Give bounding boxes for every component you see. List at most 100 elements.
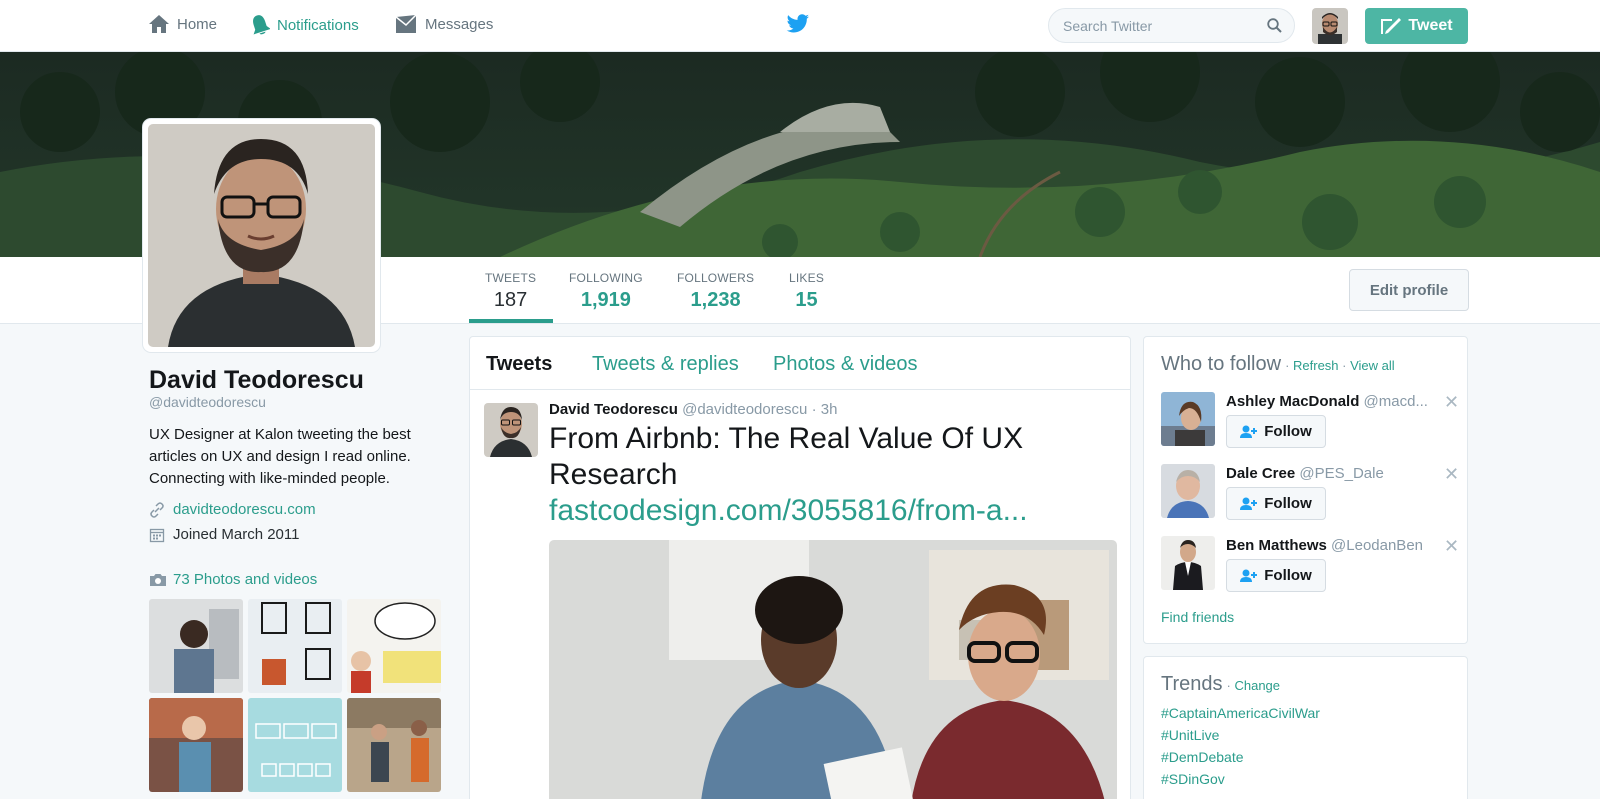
stat-followers-value: 1,238 — [690, 289, 741, 311]
tab-photos-and-videos[interactable]: Photos & videos — [773, 353, 918, 376]
tweet-link[interactable]: fastcodesign.com/3055816/from-a... — [549, 494, 1028, 527]
compose-tweet-button[interactable]: Tweet — [1365, 8, 1468, 44]
stat-tweets-label: TWEETS — [485, 271, 537, 285]
photos-and-videos-link[interactable]: 73 Photos and videos — [149, 571, 317, 588]
timeline-tabs: Tweets Tweets & replies Photos & videos — [470, 337, 1130, 390]
suggested-user-avatar[interactable] — [1161, 536, 1215, 590]
tweet-timestamp[interactable]: · 3h — [812, 401, 838, 418]
media-thumbnail[interactable] — [248, 698, 342, 792]
twitter-bird-logo[interactable] — [786, 14, 810, 39]
suggested-user-handle: @PES_Dale — [1299, 465, 1384, 482]
suggested-user-name[interactable]: Dale Cree @PES_Dale — [1226, 465, 1438, 482]
profile-joined-row: Joined March 2011 — [149, 526, 299, 543]
suggested-user-handle: @LeodanBen — [1331, 537, 1424, 554]
profile-joined-date: Joined March 2011 — [173, 526, 300, 543]
follow-button[interactable]: Follow — [1226, 559, 1326, 592]
stat-following-value: 1,919 — [580, 289, 631, 311]
suggested-user-avatar[interactable] — [1161, 464, 1215, 518]
nav-home[interactable]: Home — [148, 14, 217, 34]
who-to-follow-title: Who to follow — [1161, 353, 1282, 375]
who-to-follow-actions: · Refresh · View all — [1285, 358, 1395, 373]
top-navigation-bar: Home Notifications Messages Tweet — [0, 0, 1600, 52]
suggested-user-handle: @macd... — [1363, 393, 1428, 410]
stat-following-label: FOLLOWING — [569, 271, 643, 285]
refresh-link[interactable]: Refresh — [1293, 358, 1339, 373]
follow-button-label: Follow — [1264, 495, 1312, 512]
profile-website-link[interactable]: davidteodorescu.com — [173, 501, 316, 518]
suggested-user-fullname: Ben Matthews — [1226, 537, 1327, 554]
trend-item[interactable]: #CaptainAmericaCivilWar — [1161, 705, 1320, 721]
tweet-media-image[interactable] — [549, 540, 1117, 799]
nav-notifications-label: Notifications — [277, 16, 359, 34]
profile-handle: @davidteodorescu — [149, 394, 266, 410]
profile-website-row: davidteodorescu.com — [149, 501, 316, 518]
tab-tweets-and-replies[interactable]: Tweets & replies — [592, 353, 739, 376]
nav-home-label: Home — [177, 15, 218, 33]
profile-bio: UX Designer at Kalon tweeting the best a… — [149, 426, 411, 487]
search-box[interactable] — [1048, 8, 1295, 43]
view-all-link[interactable]: View all — [1350, 358, 1395, 373]
suggested-user-fullname: Ashley MacDonald — [1226, 393, 1360, 410]
stat-likes-label: LIKES — [789, 271, 825, 285]
find-friends-link[interactable]: Find friends — [1161, 609, 1234, 625]
trends-widget: Trends · Change #CaptainAmericaCivilWar … — [1143, 656, 1468, 799]
add-user-icon — [1240, 569, 1258, 582]
suggested-user: Ashley MacDonald @macd... ✕ Follow — [1161, 392, 1461, 448]
suggested-user-name[interactable]: Ben Matthews @LeodanBen — [1226, 537, 1438, 554]
add-user-icon — [1240, 497, 1258, 510]
stat-tweets-value: 187 — [493, 289, 528, 311]
dismiss-icon[interactable]: ✕ — [1444, 536, 1459, 557]
tab-tweets[interactable]: Tweets — [486, 353, 552, 376]
tweet-text: From Airbnb: The Real Value Of UX Resear… — [549, 421, 1119, 529]
tweet-author-avatar[interactable] — [484, 403, 538, 457]
edit-profile-button[interactable]: Edit profile — [1349, 269, 1469, 311]
change-trends-link[interactable]: Change — [1234, 678, 1280, 693]
trend-item[interactable]: #DemDebate — [1161, 749, 1244, 765]
stat-likes-value: 15 — [795, 289, 818, 311]
media-thumbnail[interactable] — [347, 698, 441, 792]
media-thumbnail[interactable] — [149, 698, 243, 792]
suggested-user-fullname: Dale Cree — [1226, 465, 1296, 482]
search-icon[interactable] — [1267, 18, 1282, 33]
calendar-icon — [149, 528, 165, 542]
stat-likes[interactable]: LIKES 15 — [789, 271, 824, 312]
profile-avatar[interactable] — [143, 119, 380, 352]
suggested-user-name[interactable]: Ashley MacDonald @macd... — [1226, 393, 1438, 410]
follow-button-label: Follow — [1264, 567, 1312, 584]
suggested-user: Dale Cree @PES_Dale ✕ Follow — [1161, 464, 1461, 520]
suggested-user: Ben Matthews @LeodanBen ✕ Follow — [1161, 536, 1461, 592]
bell-icon — [253, 15, 270, 35]
add-user-icon — [1240, 425, 1258, 438]
envelope-icon — [395, 14, 417, 33]
trend-item[interactable]: #UnitLive — [1161, 727, 1219, 743]
trends-actions: · Change — [1226, 678, 1281, 693]
tweet-author-name[interactable]: David Teodorescu — [549, 401, 678, 418]
follow-button[interactable]: Follow — [1226, 487, 1326, 520]
search-input[interactable] — [1049, 9, 1249, 42]
media-thumbnail-grid — [149, 599, 441, 792]
media-thumbnail[interactable] — [149, 599, 243, 693]
dismiss-icon[interactable]: ✕ — [1444, 464, 1459, 485]
home-icon — [149, 15, 169, 33]
nav-notifications[interactable]: Notifications — [250, 14, 359, 36]
nav-messages[interactable]: Messages — [394, 14, 493, 34]
stat-tweets[interactable]: TWEETS 187 — [485, 271, 536, 312]
stat-following[interactable]: FOLLOWING 1,919 — [569, 271, 643, 312]
follow-button[interactable]: Follow — [1226, 415, 1326, 448]
camera-icon — [150, 573, 166, 586]
tweet-button-label: Tweet — [1408, 17, 1453, 34]
dismiss-icon[interactable]: ✕ — [1444, 392, 1459, 413]
nav-user-avatar[interactable] — [1312, 8, 1348, 44]
tweet-author-handle[interactable]: @davidteodorescu — [682, 401, 807, 418]
trend-item[interactable]: #SDinGov — [1161, 771, 1225, 787]
timeline-panel: Tweets Tweets & replies Photos & videos … — [469, 336, 1131, 799]
compose-icon — [1381, 18, 1402, 34]
who-to-follow-header: Who to follow · Refresh · View all — [1161, 353, 1395, 376]
trends-header: Trends · Change — [1161, 673, 1280, 696]
tweet-header: David Teodorescu @davidteodorescu · 3h — [549, 401, 837, 418]
media-thumbnail[interactable] — [347, 599, 441, 693]
suggested-user-avatar[interactable] — [1161, 392, 1215, 446]
media-thumbnail[interactable] — [248, 599, 342, 693]
trends-title: Trends — [1161, 673, 1223, 695]
stat-followers[interactable]: FOLLOWERS 1,238 — [677, 271, 754, 312]
